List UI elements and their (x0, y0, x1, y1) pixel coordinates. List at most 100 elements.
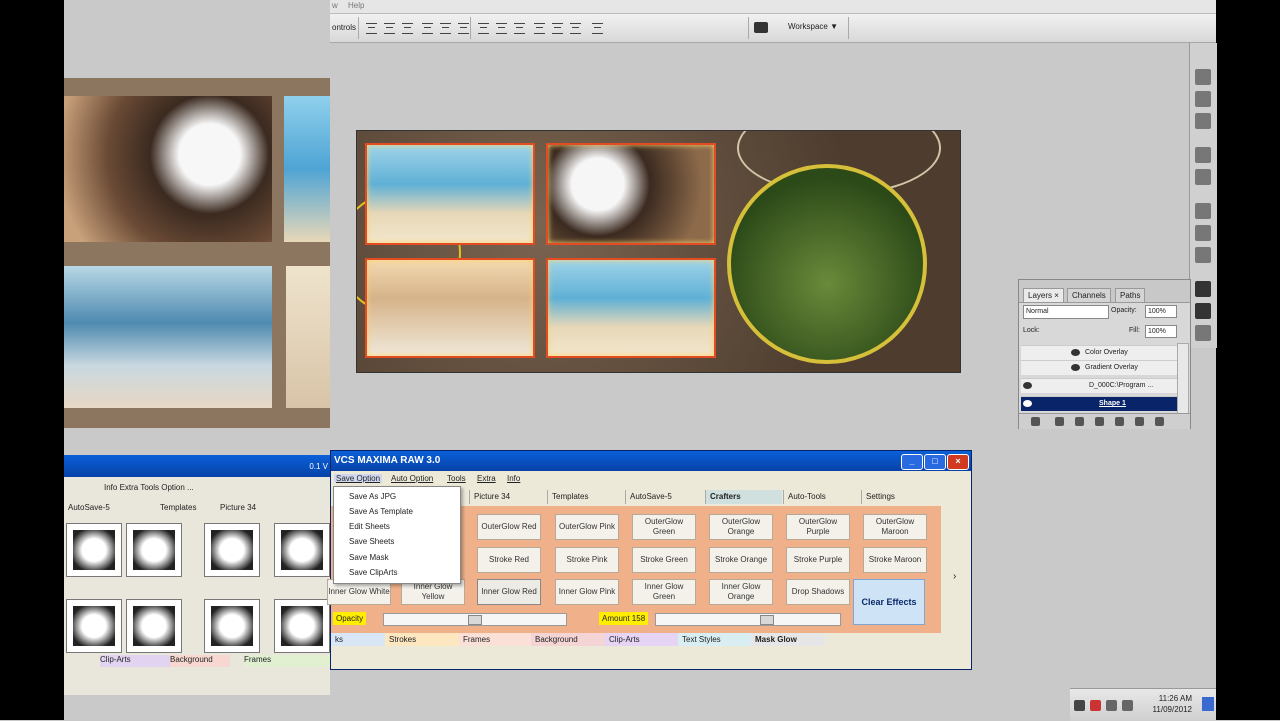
menu-help[interactable]: Help (348, 1, 364, 10)
menu-extra[interactable]: Extra (477, 474, 496, 483)
distribute-left-icon[interactable] (534, 23, 545, 34)
histogram-icon[interactable] (1195, 91, 1211, 107)
actions-icon[interactable] (1195, 169, 1211, 185)
blend-mode-select[interactable]: Normal (1023, 305, 1109, 319)
workspace-dropdown[interactable]: Workspace ▼ (788, 22, 838, 31)
slider-thumb[interactable] (468, 615, 482, 625)
menu-auto-option[interactable]: Auto Option (391, 474, 433, 483)
layer-eye-icon[interactable] (1023, 382, 1032, 389)
stroke-green-button[interactable]: Stroke Green (632, 547, 696, 573)
close-button[interactable]: × (947, 454, 969, 470)
tab-auto-tools[interactable]: Auto-Tools (783, 490, 860, 504)
distribute-top-icon[interactable] (478, 23, 489, 34)
delete-layer-icon[interactable] (1155, 417, 1164, 426)
menu-tools[interactable]: Tools (447, 474, 466, 483)
add-mask-icon[interactable] (1075, 417, 1084, 426)
stroke-orange-button[interactable]: Stroke Orange (709, 547, 773, 573)
clear-effects-button[interactable]: Clear Effects (853, 579, 925, 625)
mask-thumbnail[interactable] (204, 523, 260, 577)
outerglow-pink-button[interactable]: OuterGlow Pink (555, 514, 619, 540)
innerglow-orange-button[interactable]: Inner Glow Orange (709, 579, 773, 605)
distribute-center-icon[interactable] (552, 23, 563, 34)
menu-item-save-mask[interactable]: Save Mask (349, 553, 389, 562)
layer-effect-color-overlay[interactable]: Color Overlay (1021, 345, 1177, 360)
btab-frames[interactable]: Frames (459, 633, 533, 646)
layer-program[interactable]: D_000C:\Program ... (1021, 378, 1177, 393)
stroke-red-button[interactable]: Stroke Red (477, 547, 541, 573)
opacity-slider[interactable] (383, 613, 567, 626)
amount-slider[interactable] (655, 613, 841, 626)
fill-input[interactable]: 100% (1145, 325, 1177, 338)
align-bottom-icon[interactable] (402, 23, 413, 34)
network-icon[interactable] (1106, 700, 1117, 711)
innerglow-pink-button[interactable]: Inner Glow Pink (555, 579, 619, 605)
btab-clip-arts[interactable]: Clip-Arts (605, 633, 679, 646)
show-hidden-icon[interactable] (1074, 700, 1085, 711)
styles-icon[interactable] (1195, 247, 1211, 263)
menu-item-edit-sheets[interactable]: Edit Sheets (349, 522, 390, 531)
tab-autosave-5[interactable]: AutoSave-5 (625, 490, 702, 504)
distribute-middle-icon[interactable] (496, 23, 507, 34)
mask-thumbnail[interactable] (204, 599, 260, 653)
mask-thumbnail[interactable] (66, 599, 122, 653)
align-top-icon[interactable] (366, 23, 377, 34)
btab-mask-glow[interactable]: Mask Glow (751, 633, 825, 646)
outerglow-red-button[interactable]: OuterGlow Red (477, 514, 541, 540)
tab-layers[interactable]: Layers × (1023, 288, 1064, 302)
stroke-purple-button[interactable]: Stroke Purple (786, 547, 850, 573)
security-icon[interactable] (1090, 700, 1101, 711)
layer-shape-1[interactable]: Shape 1 (1021, 396, 1177, 411)
btab-strokes[interactable]: Strokes (385, 633, 459, 646)
navigator-icon[interactable] (1195, 69, 1211, 85)
maximize-button[interactable]: □ (924, 454, 946, 470)
tab-crafters[interactable]: Crafters (705, 490, 782, 504)
paths-icon[interactable] (1195, 325, 1211, 341)
swatches-icon[interactable] (1195, 225, 1211, 241)
opacity-input[interactable]: 100% (1145, 305, 1177, 318)
link-layers-icon[interactable] (1031, 417, 1040, 426)
menu-item-save-sheets[interactable]: Save Sheets (349, 537, 394, 546)
mask-thumbnail[interactable] (126, 599, 182, 653)
outerglow-orange-button[interactable]: OuterGlow Orange (709, 514, 773, 540)
btab-background[interactable]: Background (531, 633, 605, 646)
tab-picture-34[interactable]: Picture 34 (469, 490, 546, 504)
drop-shadows-button[interactable]: Drop Shadows (786, 579, 850, 605)
auto-align-icon[interactable] (592, 23, 603, 34)
layers-icon[interactable] (1195, 281, 1211, 297)
new-layer-icon[interactable] (1135, 417, 1144, 426)
channels-icon[interactable] (1195, 303, 1211, 319)
outerglow-green-button[interactable]: OuterGlow Green (632, 514, 696, 540)
align-right-icon[interactable] (458, 23, 469, 34)
distribute-bottom-icon[interactable] (514, 23, 525, 34)
stroke-maroon-button[interactable]: Stroke Maroon (863, 547, 927, 573)
minimize-button[interactable]: _ (901, 454, 923, 470)
align-middle-icon[interactable] (384, 23, 395, 34)
new-group-icon[interactable] (1115, 417, 1124, 426)
outerglow-maroon-button[interactable]: OuterGlow Maroon (863, 514, 927, 540)
color-icon[interactable] (1195, 203, 1211, 219)
menu-item-save-cliparts[interactable]: Save ClipArts (349, 568, 397, 577)
add-style-icon[interactable] (1055, 417, 1064, 426)
menu-item-save-as-jpg[interactable]: Save As JPG (349, 492, 396, 501)
layer-effect-gradient-overlay[interactable]: Gradient Overlay (1021, 360, 1177, 375)
tab-paths[interactable]: Paths (1115, 288, 1146, 302)
menu-save-option[interactable]: Save Option (334, 474, 383, 483)
menu-item-save-as-template[interactable]: Save As Template (349, 507, 413, 516)
show-desktop-button[interactable] (1202, 697, 1214, 711)
effect-eye-icon[interactable] (1071, 349, 1080, 356)
history-icon[interactable] (1195, 147, 1211, 163)
mask-thumbnail[interactable] (274, 523, 330, 577)
btab-masks[interactable]: ks (331, 633, 387, 646)
clock[interactable]: 11:26 AM 11/09/2012 (1153, 693, 1192, 715)
workspace-icon[interactable] (754, 22, 768, 33)
layer-eye-icon[interactable] (1023, 400, 1032, 407)
layers-scrollbar[interactable] (1177, 343, 1189, 415)
menu-info[interactable]: Info (507, 474, 520, 483)
adjustment-layer-icon[interactable] (1095, 417, 1104, 426)
outerglow-purple-button[interactable]: OuterGlow Purple (786, 514, 850, 540)
align-center-icon[interactable] (440, 23, 451, 34)
slider-thumb[interactable] (760, 615, 774, 625)
align-left-icon[interactable] (422, 23, 433, 34)
innerglow-red-button[interactable]: Inner Glow Red (477, 579, 541, 605)
mask-thumbnail[interactable] (274, 599, 330, 653)
